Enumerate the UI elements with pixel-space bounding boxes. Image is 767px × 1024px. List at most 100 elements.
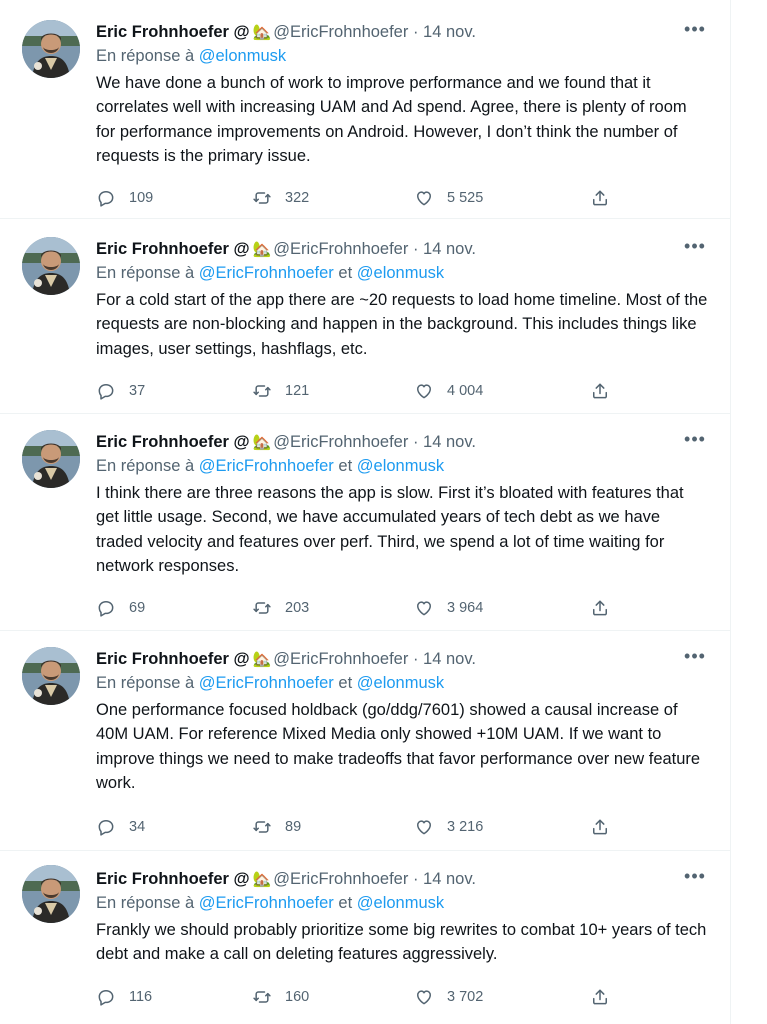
separator-dot: · [412, 433, 419, 451]
reply-bubble-icon [96, 381, 129, 401]
mention-link[interactable]: @elonmusk [357, 264, 444, 282]
tweet-3[interactable]: Eric Frohnhoefer @ 🏡 @EricFrohnhoefer · 14… [0, 414, 730, 630]
timeline-column: Eric Frohnhoefer @ 🏡 @EricFrohnhoefer · 14… [0, 0, 731, 1024]
share-upload-icon [590, 598, 623, 618]
tweet-date[interactable]: 14 nov. [423, 240, 476, 258]
more-horizontal-icon[interactable]: ••• [682, 867, 708, 891]
reply-context: En réponse à @EricFrohnhoefer et @elonmu… [96, 454, 708, 480]
like-button[interactable]: 3 702 [414, 983, 483, 1011]
reply-count: 109 [129, 190, 154, 206]
mention-link[interactable]: @EricFrohnhoefer [199, 674, 334, 692]
reply-count: 37 [129, 383, 146, 399]
tweet-4[interactable]: Eric Frohnhoefer @ 🏡 @EricFrohnhoefer · 14… [0, 631, 730, 850]
retweet-icon [252, 598, 285, 618]
more-horizontal-icon[interactable]: ••• [682, 647, 708, 671]
house-emoji-icon: 🏡 [252, 651, 272, 668]
tweet-1[interactable]: Eric Frohnhoefer @ 🏡 @EricFrohnhoefer · 14… [0, 0, 730, 218]
reply-button[interactable]: 116 [96, 983, 152, 1011]
like-button[interactable]: 3 964 [414, 594, 483, 622]
retweet-count: 160 [285, 989, 310, 1005]
author-name[interactable]: Eric Frohnhoefer @ [96, 23, 250, 41]
retweet-button[interactable]: 121 [252, 377, 309, 405]
reply-prefix: En réponse à [96, 264, 195, 282]
mention-link[interactable]: @elonmusk [357, 894, 444, 912]
mention-link[interactable]: @EricFrohnhoefer [199, 264, 334, 282]
share-upload-icon [590, 817, 623, 837]
share-upload-icon [590, 188, 623, 208]
retweet-icon [252, 381, 285, 401]
tweet-header: Eric Frohnhoefer @ 🏡 @EricFrohnhoefer · 14… [96, 237, 708, 261]
tweet-2[interactable]: Eric Frohnhoefer @ 🏡 @EricFrohnhoefer · 14… [0, 219, 730, 413]
like-button[interactable]: 3 216 [414, 813, 483, 841]
tweet-header: Eric Frohnhoefer @ 🏡 @EricFrohnhoefer · 14… [96, 430, 708, 454]
retweet-button[interactable]: 203 [252, 594, 309, 622]
author-handle[interactable]: @EricFrohnhoefer [273, 23, 408, 41]
author-handle[interactable]: @EricFrohnhoefer [273, 433, 408, 451]
avatar[interactable] [22, 647, 80, 705]
tweet-date[interactable]: 14 nov. [423, 23, 476, 41]
tweet-date[interactable]: 14 nov. [423, 650, 476, 668]
reply-context: En réponse à @EricFrohnhoefer et @elonmu… [96, 891, 708, 917]
mention-link[interactable]: @elonmusk [357, 674, 444, 692]
reply-context: En réponse à @elonmusk [96, 44, 708, 70]
like-button[interactable]: 4 004 [414, 377, 483, 405]
tweet-text: Frankly we should probably prioritize so… [96, 921, 707, 964]
retweet-count: 203 [285, 600, 310, 616]
reply-count: 34 [129, 819, 146, 835]
heart-icon [414, 381, 447, 401]
author-name[interactable]: Eric Frohnhoefer @ [96, 433, 250, 451]
author-handle[interactable]: @EricFrohnhoefer [273, 650, 408, 668]
share-upload-icon [590, 987, 623, 1007]
tweet-actions: 37 121 4 004 [96, 377, 616, 405]
share-button[interactable] [590, 813, 623, 841]
more-horizontal-icon[interactable]: ••• [682, 237, 708, 261]
tweet-5[interactable]: Eric Frohnhoefer @ 🏡 @EricFrohnhoefer · 14… [0, 851, 730, 1024]
author-handle[interactable]: @EricFrohnhoefer [273, 240, 408, 258]
reply-button[interactable]: 37 [96, 377, 145, 405]
mention-link[interactable]: @EricFrohnhoefer [199, 894, 334, 912]
reply-joiner: et [338, 894, 353, 912]
retweet-button[interactable]: 89 [252, 813, 301, 841]
reply-bubble-icon [96, 188, 129, 208]
more-horizontal-icon[interactable]: ••• [682, 20, 708, 44]
author-name[interactable]: Eric Frohnhoefer @ [96, 650, 250, 668]
share-button[interactable] [590, 983, 623, 1011]
share-button[interactable] [590, 594, 623, 622]
reply-prefix: En réponse à [96, 674, 195, 692]
reply-button[interactable]: 109 [96, 184, 153, 212]
house-emoji-icon: 🏡 [252, 241, 272, 258]
mention-link[interactable]: @elonmusk [199, 47, 286, 65]
like-button[interactable]: 5 525 [414, 184, 483, 212]
house-emoji-icon: 🏡 [252, 871, 272, 888]
mention-link[interactable]: @elonmusk [357, 457, 444, 475]
share-button[interactable] [590, 377, 623, 405]
tweet-actions: 116 160 3 702 [96, 983, 616, 1011]
avatar[interactable] [22, 865, 80, 923]
tweet-text: We have done a bunch of work to improve … [96, 74, 687, 165]
reply-joiner: et [338, 457, 353, 475]
reply-prefix: En réponse à [96, 47, 195, 65]
like-count: 4 004 [447, 383, 484, 399]
reply-button[interactable]: 34 [96, 813, 145, 841]
avatar[interactable] [22, 20, 80, 78]
retweet-button[interactable]: 322 [252, 184, 309, 212]
reply-context: En réponse à @EricFrohnhoefer et @elonmu… [96, 261, 708, 287]
reply-bubble-icon [96, 817, 129, 837]
reply-button[interactable]: 69 [96, 594, 145, 622]
tweet-text: For a cold start of the app there are ~2… [96, 291, 708, 358]
mention-link[interactable]: @EricFrohnhoefer [199, 457, 334, 475]
heart-icon [414, 987, 447, 1007]
tweet-date[interactable]: 14 nov. [423, 433, 476, 451]
heart-icon [414, 598, 447, 618]
author-handle[interactable]: @EricFrohnhoefer [273, 870, 408, 888]
more-horizontal-icon[interactable]: ••• [682, 430, 708, 454]
share-button[interactable] [590, 184, 623, 212]
avatar[interactable] [22, 237, 80, 295]
author-name[interactable]: Eric Frohnhoefer @ [96, 870, 250, 888]
avatar[interactable] [22, 430, 80, 488]
avatar-image [22, 20, 80, 78]
tweet-date[interactable]: 14 nov. [423, 870, 476, 888]
like-count: 5 525 [447, 190, 484, 206]
retweet-button[interactable]: 160 [252, 983, 309, 1011]
author-name[interactable]: Eric Frohnhoefer @ [96, 240, 250, 258]
